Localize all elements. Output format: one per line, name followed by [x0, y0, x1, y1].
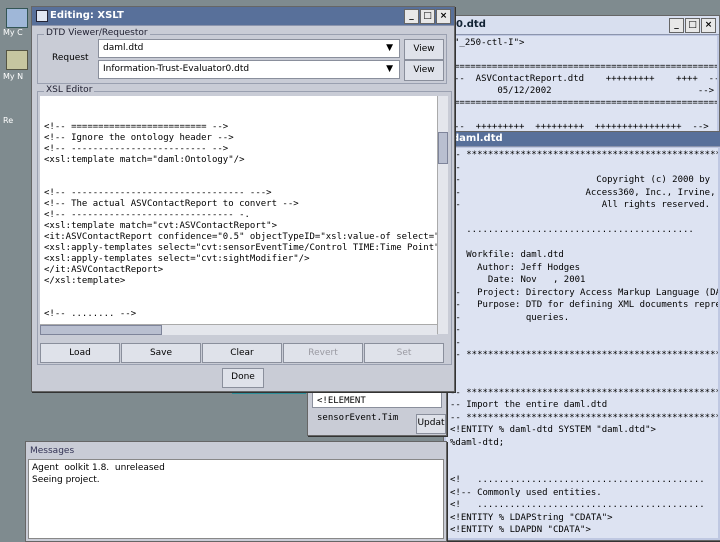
code-line: ========================================…: [454, 62, 717, 72]
dtd-window: 0.dtd _ □ × "_250-ctl-I"> =================…: [447, 15, 720, 137]
code-line: ........................................…: [450, 225, 694, 235]
code-line: <!-- Ignore the ontology header -->: [44, 133, 234, 143]
messages-header: Messages: [30, 446, 75, 456]
background-editor-fragment: <!ELEMENT sensorEvent.Tim Updat: [307, 388, 447, 436]
network-icon[interactable]: [6, 50, 28, 70]
desktop-icon-label: My C: [3, 28, 23, 37]
code-line: -- *************************************…: [450, 150, 718, 160]
code-line: Author: Jeff Hodges: [450, 262, 581, 273]
code-line: <xsl:apply-templates select="cvt:sightMo…: [44, 254, 310, 264]
code-line: <xsl:apply-templates select="cvt:sensorE…: [44, 243, 437, 253]
code-line: <!-- ------------------------- -->: [44, 144, 229, 154]
code-line: -- *************************************…: [450, 387, 718, 398]
dtd-text-pane[interactable]: "_250-ctl-I"> ===========================…: [450, 36, 717, 134]
daml-window-titlebar[interactable]: daml.dtd: [444, 132, 720, 147]
code-line: 05/12/2002 -->: [454, 86, 715, 96]
view-button-1[interactable]: View: [404, 39, 444, 60]
message-line: Seeing project.: [32, 475, 100, 485]
close-icon[interactable]: ×: [436, 9, 451, 24]
code-line: <! .....................................…: [450, 500, 705, 510]
load-button[interactable]: Load: [40, 343, 120, 363]
save-button[interactable]: Save: [121, 343, 201, 363]
dtd-viewer-group: DTD Viewer/Requestor Request daml.dtd ▼ …: [37, 28, 447, 84]
code-line: <it:ASVContactReport confidence="0.5" ob…: [44, 232, 437, 242]
minimize-icon[interactable]: _: [669, 18, 684, 33]
code-line: <!-- -------------------------------- --…: [44, 188, 272, 198]
revert-button[interactable]: Revert: [283, 343, 363, 363]
done-button[interactable]: Done: [222, 368, 264, 388]
code-line: <!-- ........ -->: [44, 309, 137, 319]
set-button[interactable]: Set: [364, 343, 444, 363]
scroll-thumb[interactable]: [40, 325, 162, 335]
my-computer-icon[interactable]: [6, 8, 28, 28]
xsl-code-area[interactable]: <!-- ========================= --> <!-- I…: [40, 96, 437, 334]
code-line: -- ASVContactReport.dtd +++++++++ ++++ -…: [454, 74, 717, 84]
code-line: <!-- The actual ASVContactReport to conv…: [44, 199, 299, 209]
code-line: -- Copyright (c) 2000 by: [450, 175, 711, 185]
code-line: <!ENTITY % LDAPString "CDATA">: [450, 512, 613, 523]
dtd-select-1-value: daml.dtd: [103, 43, 144, 53]
close-icon[interactable]: ×: [701, 18, 716, 33]
window-app-icon: [36, 10, 48, 22]
messages-list: Agent oolkit 1.8. unreleased Seeing proj…: [28, 459, 444, 539]
maximize-icon[interactable]: □: [685, 18, 700, 33]
chevron-down-icon[interactable]: ▼: [386, 40, 393, 57]
update-button[interactable]: Updat: [416, 414, 446, 434]
element-line[interactable]: <!ELEMENT sensorEvent.Tim: [312, 392, 442, 423]
code-line: Date: Nov , 2001: [450, 275, 586, 285]
xslt-editor-window: Editing: XSLT _ □ × DTD Viewer/Requestor…: [31, 6, 455, 392]
code-line: <!-- Commonly used entities.: [450, 487, 602, 498]
xsl-vertical-scrollbar[interactable]: [437, 96, 448, 334]
code-line: Workfile: daml.dtd: [450, 250, 564, 260]
code-line: -- Purpose: DTD for defining XML documen…: [450, 300, 718, 310]
daml-window-title: daml.dtd: [452, 133, 503, 144]
maximize-icon[interactable]: □: [420, 9, 435, 24]
dtd-select-2[interactable]: Information-Trust-Evaluator0.dtd ▼: [98, 60, 400, 79]
dtd-viewer-group-label: DTD Viewer/Requestor: [44, 28, 150, 38]
xsl-horizontal-scrollbar[interactable]: [40, 324, 437, 335]
code-line: -- queries.: [450, 312, 570, 323]
code-line: %daml-dtd;: [450, 437, 505, 448]
xsl-editor-group: XSL Editor <!-- ========================…: [37, 85, 452, 365]
xsl-editor-group-label: XSL Editor: [44, 85, 95, 95]
view-button-2[interactable]: View: [404, 60, 444, 81]
code-line: <! .....................................…: [450, 475, 705, 485]
request-label: Request: [52, 53, 89, 63]
code-line: -- All rights reserved.: [450, 200, 711, 210]
chevron-down-icon[interactable]: ▼: [386, 61, 393, 78]
dtd-window-titlebar[interactable]: 0.dtd _ □ ×: [448, 16, 719, 35]
dtd-window-title: 0.dtd: [456, 19, 486, 30]
clear-button[interactable]: Clear: [202, 343, 282, 363]
code-line: <!-- ========================= -->: [44, 122, 229, 132]
code-line: ========================================…: [454, 98, 717, 108]
code-line: <xsl:template match="cvt:ASVContactRepor…: [44, 221, 277, 231]
scroll-thumb[interactable]: [438, 132, 448, 164]
messages-panel: Messages Agent oolkit 1.8. unreleased Se…: [25, 441, 447, 542]
desktop-icon-label: My N: [3, 72, 24, 81]
dtd-select-2-value: Information-Trust-Evaluator0.dtd: [103, 64, 250, 74]
code-line: </xsl:template>: [44, 276, 126, 286]
code-line: <!-- ------------------------------ -.: [44, 210, 250, 220]
dtd-select-1[interactable]: daml.dtd ▼: [98, 39, 400, 58]
code-line: </it:ASVContactReport>: [44, 265, 164, 275]
code-line: <!ENTITY % daml-dtd SYSTEM "daml.dtd">: [450, 425, 656, 435]
code-line: <!ENTITY % LDAPDN "CDATA">: [450, 525, 591, 535]
xslt-window-titlebar[interactable]: Editing: XSLT _ □ ×: [32, 7, 454, 26]
code-line: -- *************************************…: [450, 412, 718, 423]
message-line: Agent oolkit 1.8. unreleased: [32, 463, 165, 473]
minimize-icon[interactable]: _: [404, 9, 419, 24]
daml-window: daml.dtd -- ****************************…: [443, 131, 720, 541]
code-line: -- Project: Directory Access Markup Lang…: [450, 287, 718, 298]
code-line: "_250-ctl-I">: [454, 38, 525, 48]
desktop-icon-label: Re: [3, 116, 14, 125]
code-line: -- Import the entire daml.dtd: [450, 400, 608, 410]
code-line: -- Access360, Inc., Irvine, CA: [450, 187, 718, 198]
code-line: -- *************************************…: [450, 350, 718, 360]
daml-text-pane[interactable]: -- *************************************…: [446, 148, 718, 538]
xslt-window-title: Editing: XSLT: [50, 10, 124, 21]
code-line: <xsl:template match="daml:Ontology"/>: [44, 155, 245, 165]
